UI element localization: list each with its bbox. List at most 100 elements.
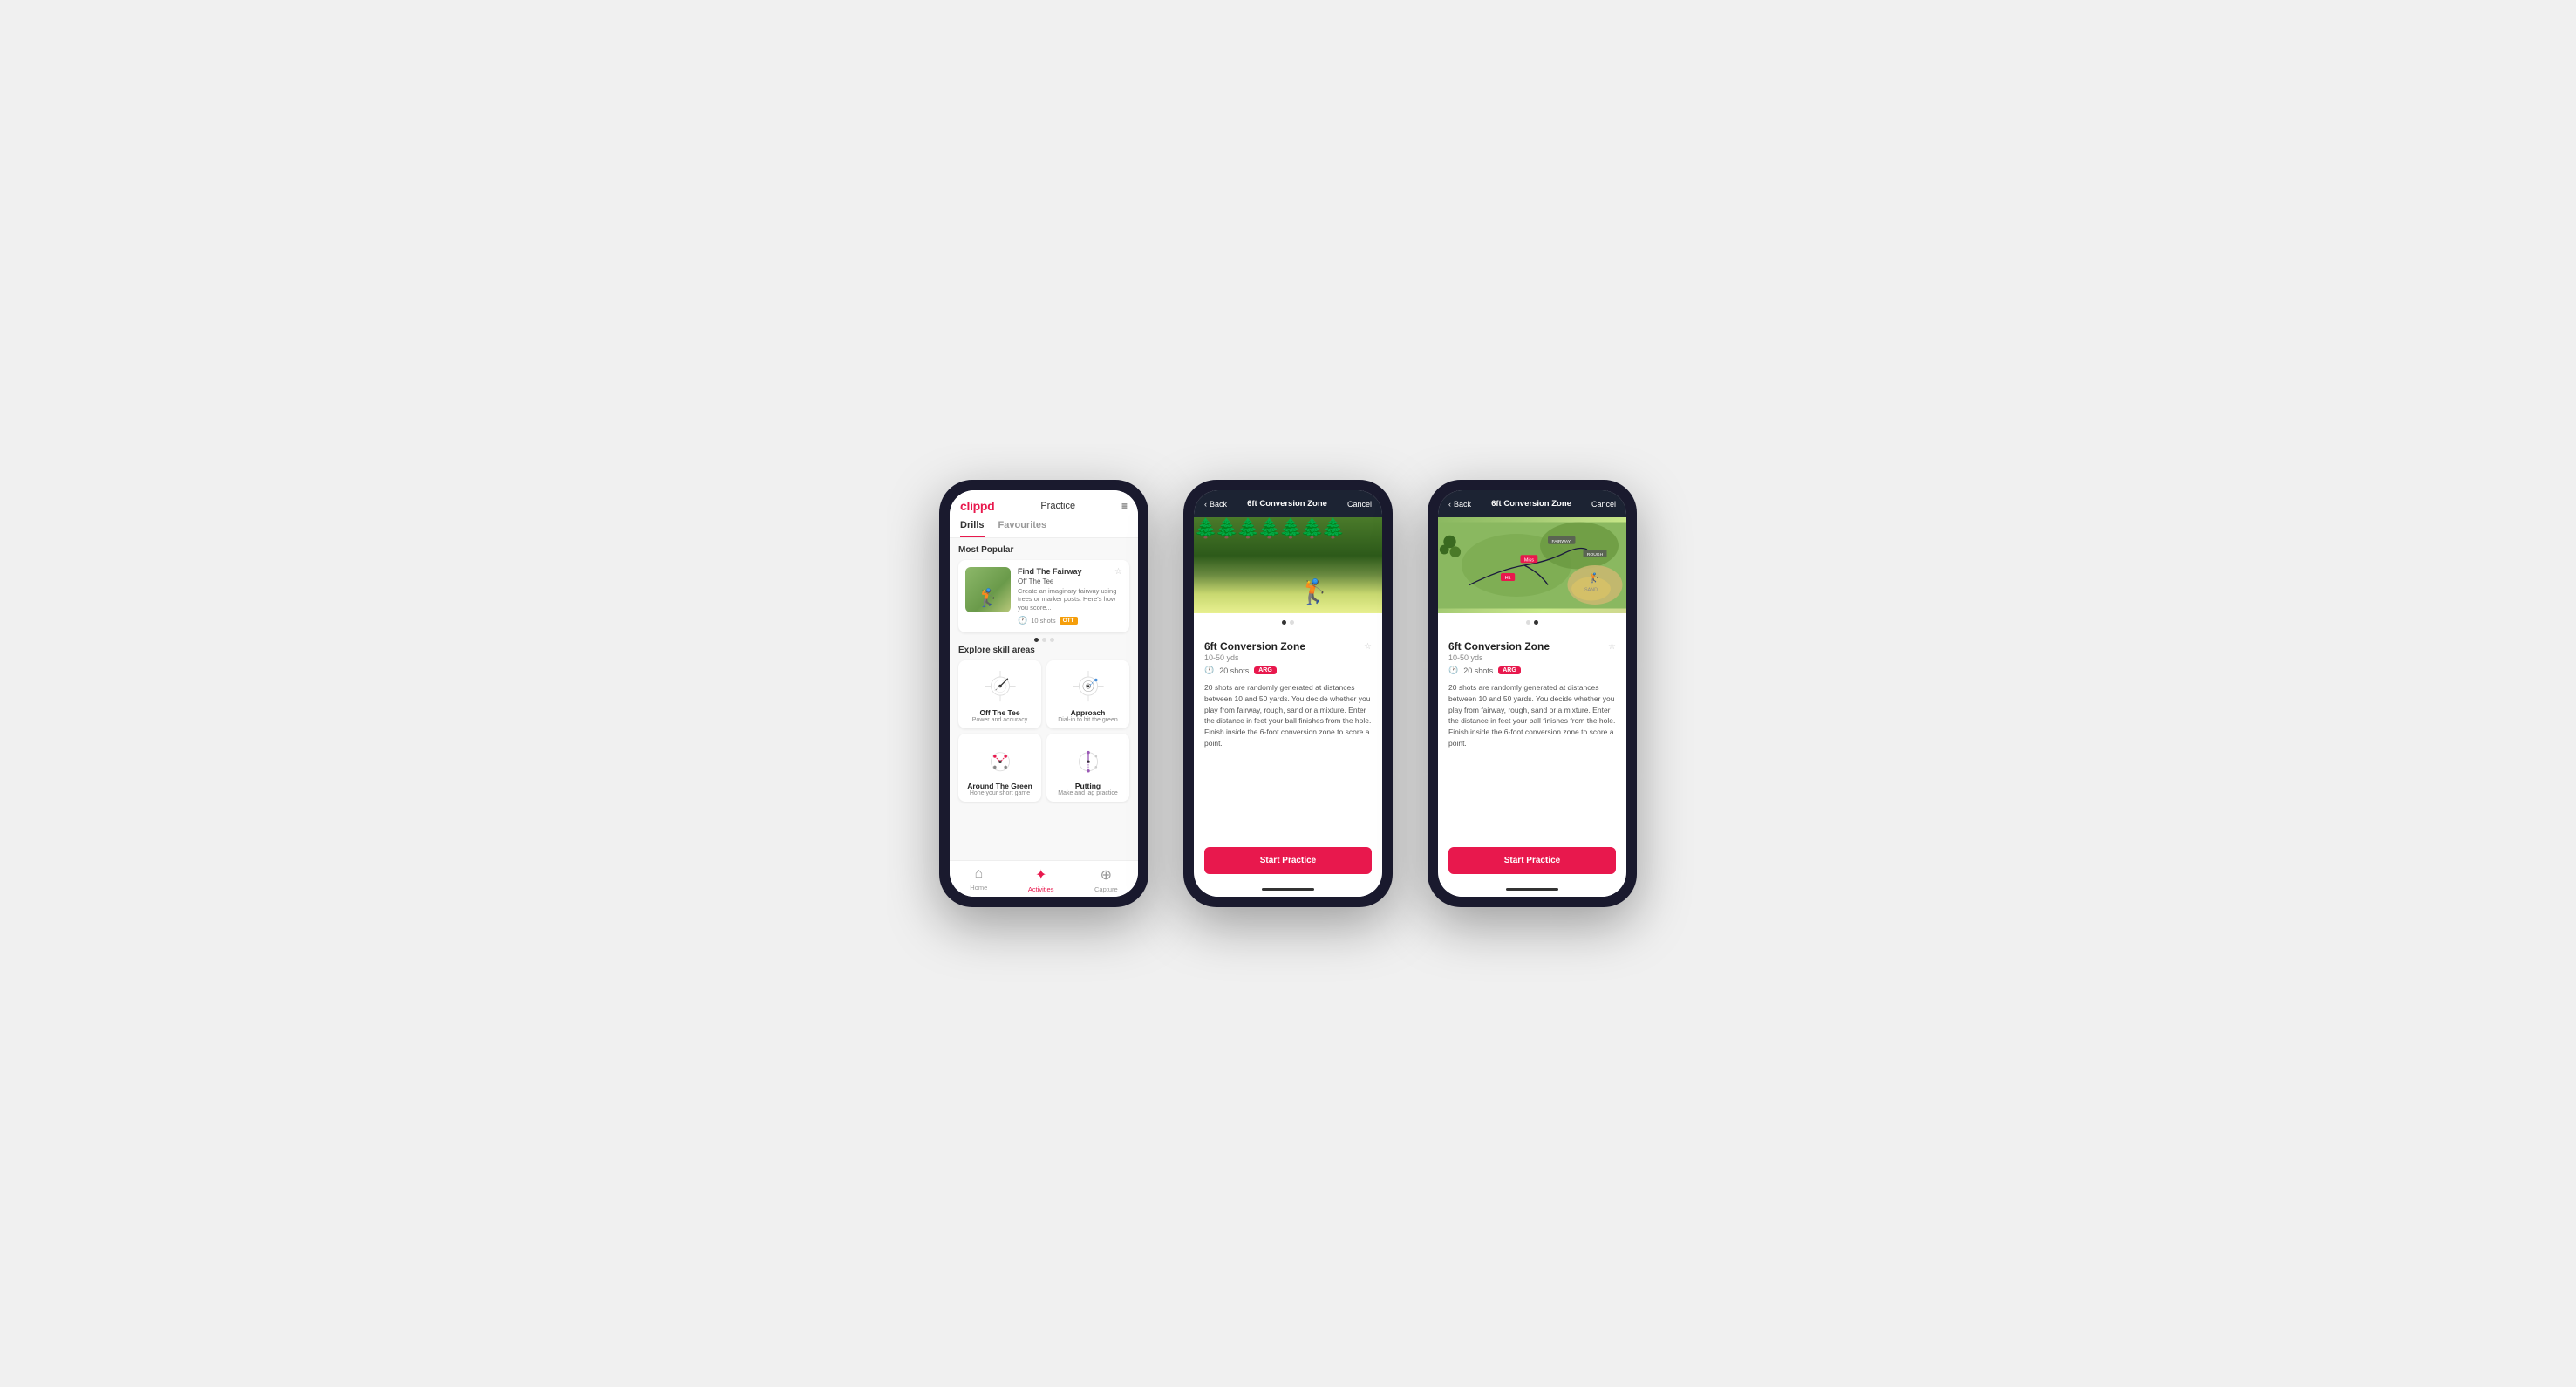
approach-icon: [1069, 669, 1107, 704]
clock-icon-2: 🕐: [1204, 666, 1214, 675]
cancel-button-2[interactable]: Cancel: [1347, 500, 1372, 509]
most-popular-title: Most Popular: [958, 545, 1129, 555]
skill-card-putting[interactable]: Putting Make and lag practice: [1046, 734, 1129, 802]
detail-title-3: 6ft Conversion Zone: [1491, 499, 1571, 509]
detail-meta-2: 🕐 20 shots ARG: [1204, 666, 1372, 675]
drill-photo-2: 🌲🌲🌲🌲🌲🌲🌲 🏌️: [1194, 517, 1382, 613]
detail-header-2: ‹ Back 6ft Conversion Zone Cancel: [1194, 490, 1382, 517]
phone-3-screen: ‹ Back 6ft Conversion Zone Cancel: [1438, 490, 1626, 897]
detail-dot-1: [1282, 620, 1286, 625]
back-chevron-icon-3: ‹: [1448, 500, 1451, 509]
golfer-icon: 🏌️: [978, 587, 999, 609]
phone1-header: clippd Practice ≡ Drills Favourites: [950, 490, 1138, 538]
detail-content-3: 6ft Conversion Zone 10-50 yds ☆ 🕐 20 sho…: [1438, 632, 1626, 840]
detail-dot-3-1: [1526, 620, 1530, 625]
around-green-desc: Hone your short game: [970, 790, 1030, 796]
off-tee-desc: Power and accuracy: [972, 717, 1027, 723]
nav-capture[interactable]: ⊕ Capture: [1094, 866, 1118, 893]
drill-card-find-fairway[interactable]: 🏌️ Find The Fairway Off The Tee Create a…: [958, 560, 1129, 632]
detail-content-2: 6ft Conversion Zone 10-50 yds ☆ 🕐 20 sho…: [1194, 632, 1382, 840]
detail-dot-2: [1290, 620, 1294, 625]
drill-yardage-2: 10-50 yds: [1204, 653, 1305, 662]
drill-title-3: 6ft Conversion Zone: [1448, 640, 1550, 653]
fav-icon-3[interactable]: ☆: [1608, 642, 1616, 652]
svg-text:SAND: SAND: [1584, 588, 1598, 593]
putting-desc: Make and lag practice: [1058, 790, 1117, 796]
off-tee-icon-area: [978, 667, 1022, 707]
skill-grid: Off The Tee Power and accuracy: [958, 660, 1129, 802]
trees-icon: 🌲🌲🌲🌲🌲🌲🌲: [1194, 517, 1382, 540]
detail-dots-3: [1438, 617, 1626, 628]
drill-info: Find The Fairway Off The Tee Create an i…: [1018, 567, 1122, 625]
phone-1: clippd Practice ≡ Drills Favourites Most…: [939, 480, 1148, 907]
back-button-2[interactable]: ‹ Back: [1204, 500, 1227, 509]
dot-2: [1042, 638, 1046, 642]
svg-text:Hit: Hit: [1505, 576, 1511, 581]
top-bar: clippd Practice ≡: [960, 499, 1128, 513]
start-practice-button-3[interactable]: Start Practice: [1448, 847, 1616, 874]
phone-3: ‹ Back 6ft Conversion Zone Cancel: [1428, 480, 1637, 907]
activities-label: Activities: [1028, 885, 1054, 893]
clippd-logo: clippd: [960, 499, 994, 513]
detail-shots-3: 20 shots: [1463, 666, 1493, 675]
capture-label: Capture: [1094, 885, 1118, 893]
detail-desc-3: 20 shots are randomly generated at dista…: [1448, 682, 1616, 749]
off-tee-icon: [981, 669, 1019, 704]
around-green-name: Around The Green: [967, 782, 1032, 790]
drill-sub: Off The Tee: [1018, 577, 1122, 585]
detail-title-2: 6ft Conversion Zone: [1247, 499, 1327, 509]
detail-header-3: ‹ Back 6ft Conversion Zone Cancel: [1438, 490, 1626, 517]
bottom-bar-2: [1194, 881, 1382, 897]
off-tee-name: Off The Tee: [979, 708, 1019, 717]
back-button-3[interactable]: ‹ Back: [1448, 500, 1471, 509]
nav-home[interactable]: ⌂ Home: [970, 866, 987, 893]
phone1-content: Most Popular 🏌️ Find The Fairway Off The…: [950, 538, 1138, 860]
bottom-nav: ⌂ Home ✦ Activities ⊕ Capture: [950, 860, 1138, 897]
clock-icon: 🕐: [1018, 616, 1027, 625]
detail-meta-3: 🕐 20 shots ARG: [1448, 666, 1616, 675]
practice-title: Practice: [1040, 501, 1075, 511]
home-label: Home: [970, 884, 987, 892]
nav-activities[interactable]: ✦ Activities: [1028, 866, 1054, 893]
skill-card-off-the-tee[interactable]: Off The Tee Power and accuracy: [958, 660, 1041, 728]
tag-ott: OTT: [1060, 617, 1078, 625]
skill-areas-title: Explore skill areas: [958, 646, 1129, 655]
phone-1-screen: clippd Practice ≡ Drills Favourites Most…: [950, 490, 1138, 897]
drill-desc: Create an imaginary fairway using trees …: [1018, 587, 1122, 612]
approach-name: Approach: [1071, 708, 1106, 717]
svg-text:ROUGH: ROUGH: [1587, 552, 1604, 557]
around-green-icon-area: [978, 741, 1022, 780]
course-map-svg: Miss Hit FAIRWAY ROUGH SAND: [1438, 517, 1626, 613]
menu-icon[interactable]: ≡: [1121, 500, 1128, 512]
tab-favourites[interactable]: Favourites: [998, 520, 1047, 537]
drill-title-2: 6ft Conversion Zone: [1204, 640, 1305, 653]
favourite-icon[interactable]: ☆: [1114, 567, 1122, 577]
skill-card-approach[interactable]: Approach Dial-in to hit the green: [1046, 660, 1129, 728]
fav-icon-2[interactable]: ☆: [1364, 642, 1372, 652]
putting-icon-area: [1067, 741, 1110, 780]
drill-meta: 🕐 10 shots OTT: [1018, 616, 1122, 625]
tag-arg-3: ARG: [1498, 666, 1521, 674]
skill-card-around-green[interactable]: Around The Green Hone your short game: [958, 734, 1041, 802]
tabs-row: Drills Favourites: [960, 520, 1128, 537]
drill-name: Find The Fairway: [1018, 567, 1122, 577]
home-icon: ⌂: [974, 866, 983, 882]
drill-shots: 10 shots: [1031, 617, 1055, 625]
course-map: Miss Hit FAIRWAY ROUGH SAND: [1438, 517, 1626, 613]
phone-2: ‹ Back 6ft Conversion Zone Cancel 🌲🌲🌲🌲🌲🌲…: [1183, 480, 1393, 907]
dot-1: [1034, 638, 1039, 642]
carousel-dots: [958, 638, 1129, 642]
drill-yardage-3: 10-50 yds: [1448, 653, 1550, 662]
home-indicator-2: [1262, 888, 1314, 891]
detail-shots-2: 20 shots: [1219, 666, 1249, 675]
tab-drills[interactable]: Drills: [960, 520, 985, 537]
back-label-2: Back: [1210, 500, 1227, 509]
start-practice-button-2[interactable]: Start Practice: [1204, 847, 1372, 874]
drill-thumbnail: 🏌️: [965, 567, 1011, 612]
putting-name: Putting: [1075, 782, 1101, 790]
back-chevron-icon: ‹: [1204, 500, 1207, 509]
cancel-button-3[interactable]: Cancel: [1591, 500, 1616, 509]
golfer-figure-icon: 🏌️: [1299, 577, 1330, 606]
capture-icon: ⊕: [1101, 866, 1112, 884]
detail-dots-2: [1194, 617, 1382, 628]
